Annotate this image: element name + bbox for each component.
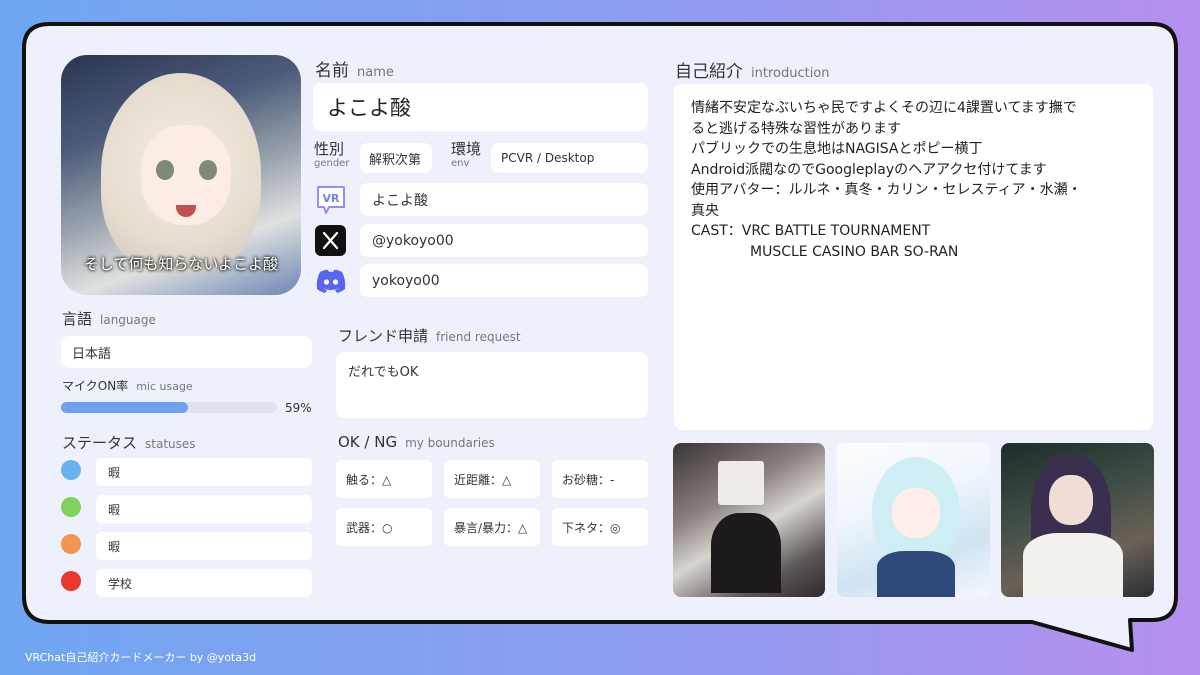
boundary-item: 触る：△ <box>336 460 432 498</box>
svg-text:VR: VR <box>323 192 341 205</box>
gallery-photo <box>673 443 825 597</box>
x-icon <box>315 225 346 256</box>
intro-line: 真央 <box>691 202 719 219</box>
boundary-item: 近距離：△ <box>444 460 540 498</box>
friend-label: フレンド申請 friend request <box>338 327 521 345</box>
language-field: 日本語 <box>61 336 312 368</box>
gallery-photo <box>1001 443 1154 597</box>
status-dot <box>61 497 81 517</box>
name-label: 名前 name <box>315 61 394 81</box>
statuses-label: ステータス statuses <box>62 434 196 452</box>
status-row: 暇 <box>96 495 312 523</box>
gallery-photo <box>837 443 990 597</box>
gender-label: 性別 gender <box>314 140 350 169</box>
avatar-caption: そして何も知らないよこよ酸 <box>83 255 279 273</box>
gender-field: 解釈次第 <box>360 143 432 173</box>
boundary-item: 下ネタ：◎ <box>552 508 648 546</box>
mic-label: マイクON率 mic usage <box>62 379 193 393</box>
avatar-eye <box>156 160 174 180</box>
boundary-item: 暴言/暴力：△ <box>444 508 540 546</box>
vrchat-icon: VR <box>315 184 347 216</box>
intro-line: CAST：VRC BATTLE TOURNAMENT <box>691 223 931 239</box>
intro-line: Android派閥なのでGoogleplayのヘアアクセ付けてます <box>691 161 1047 178</box>
avatar-photo: そして何も知らないよこよ酸 <box>61 55 301 295</box>
intro-line: 使用アバター：ルルネ・真冬・カリン・セレスティア・水瀬・ <box>691 182 1082 198</box>
status-dot <box>61 460 81 480</box>
env-label: 環境 env <box>451 140 482 169</box>
intro-line: ると逃げる特殊な習性があります <box>691 120 901 137</box>
status-row: 学校 <box>96 569 312 597</box>
intro-line: パブリックでの生息地はNAGISAとポピー横丁 <box>691 141 983 157</box>
status-row: 暇 <box>96 532 312 560</box>
mic-bar-fill <box>61 402 189 413</box>
discord-icon <box>315 268 347 294</box>
avatar-eye <box>199 160 217 180</box>
name-field: よこよ酸 <box>313 83 648 131</box>
env-field: PCVR / Desktop <box>491 143 648 173</box>
intro-line: 情緒不安定なぶいちゃ民ですよくその辺に4課置いてます撫で <box>691 100 1077 116</box>
vrchat-field: よこよ酸 <box>360 183 648 216</box>
discord-field: yokoyo00 <box>360 264 648 297</box>
intro-label: 自己紹介 introduction <box>675 62 830 82</box>
friend-field: だれでもOK <box>336 352 648 418</box>
mic-bar <box>61 402 277 413</box>
footer-credit: VRChat自己紹介カードメーカー by @yota3d <box>25 651 257 664</box>
language-label: 言語 language <box>62 310 156 328</box>
intro-line: MUSCLE CASINO BAR SO-RAN <box>750 243 959 260</box>
mic-percent: 59% <box>285 401 312 415</box>
intro-field: 情緒不安定なぶいちゃ民ですよくその辺に4課置いてます撫で ると逃げる特殊な習性が… <box>674 84 1153 430</box>
status-dot <box>61 534 81 554</box>
boundaries-label: OK / NG my boundaries <box>338 433 495 451</box>
boundary-item: 武器：○ <box>336 508 432 546</box>
status-dot <box>61 571 81 591</box>
status-row: 暇 <box>96 458 312 486</box>
x-field: @yokoyo00 <box>360 224 648 257</box>
boundary-item: お砂糖：- <box>552 460 648 498</box>
